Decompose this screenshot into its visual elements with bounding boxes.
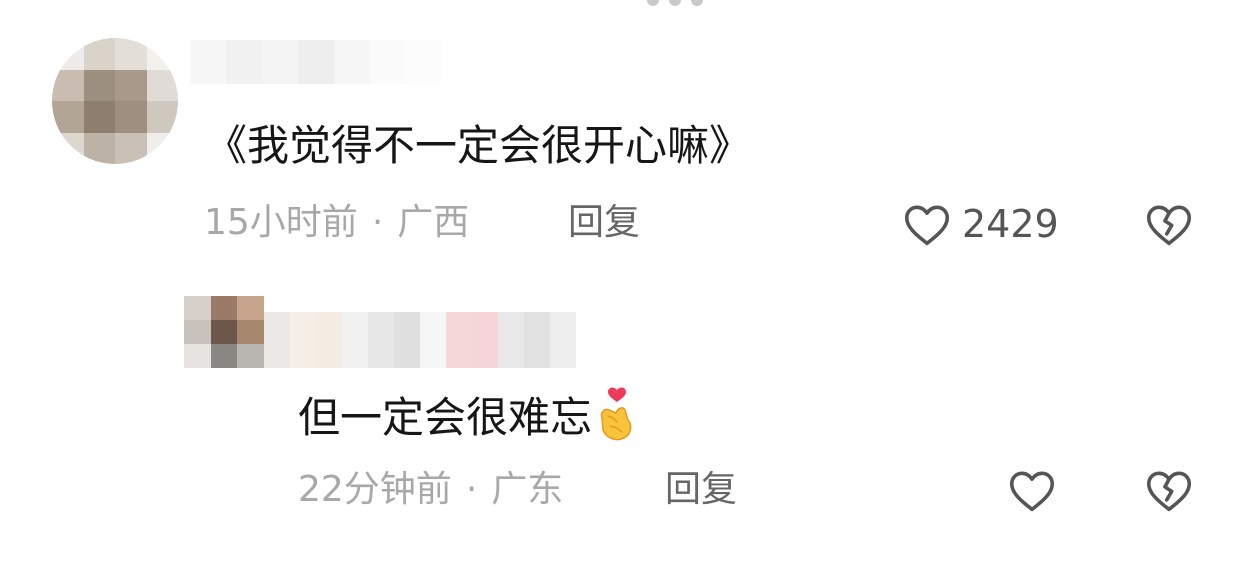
avatar[interactable] (52, 38, 178, 164)
comment-location: 广西 (397, 202, 470, 243)
comment-text-body: 但一定会很难忘 (298, 393, 593, 442)
dislike-button[interactable] (1142, 197, 1196, 255)
username[interactable] (264, 312, 576, 368)
meta-separator: · (465, 469, 478, 510)
comment-text: 但一定会很难忘 (298, 386, 638, 443)
heart-outline-icon (904, 205, 950, 246)
heart-outline-icon (1009, 471, 1055, 512)
comment-location: 广东 (491, 469, 564, 510)
finger-heart-icon (600, 387, 632, 441)
username[interactable] (190, 40, 442, 84)
comment-meta: 22分钟前 · 广东 (298, 468, 563, 512)
like-count: 2429 (962, 202, 1059, 246)
top-cropped-content (620, 0, 730, 6)
broken-heart-icon (1146, 205, 1192, 246)
meta-separator: · (371, 202, 384, 243)
like-button[interactable]: 2429 (900, 197, 1059, 251)
comment-time: 22分钟前 (298, 469, 452, 510)
like-button[interactable] (1005, 463, 1067, 517)
reply-button[interactable]: 回复 (568, 201, 640, 245)
comment-time: 15小时前 (204, 202, 358, 243)
comment-meta: 15小时前 · 广西 (204, 201, 469, 245)
reply-button[interactable]: 回复 (665, 468, 737, 512)
avatar[interactable] (184, 296, 264, 368)
broken-heart-icon (1146, 471, 1192, 512)
comment-text: 《我觉得不一定会很开心嘛》 (205, 121, 752, 170)
dislike-button[interactable] (1142, 463, 1196, 521)
